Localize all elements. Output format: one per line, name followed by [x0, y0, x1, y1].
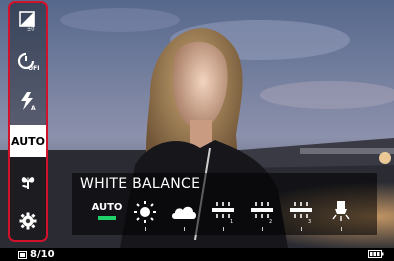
svg-text:1: 1 [230, 219, 233, 224]
shot-count: 8/10 [30, 249, 55, 260]
white-balance-menu-label: AUTO [11, 134, 45, 148]
fluorescent-1-icon: 1 [212, 202, 234, 224]
wb-tick [262, 227, 263, 231]
wb-option-fluorescent-1[interactable]: 1 [206, 197, 240, 231]
wb-option-fluorescent-3[interactable]: 3 [284, 197, 318, 231]
daylight-icon [134, 201, 156, 223]
white-balance-panel: WHITE BALANCE AUTO 1 2 3 [72, 173, 377, 235]
fluorescent-2-icon: 2 [251, 202, 273, 224]
wb-tick [184, 227, 185, 231]
flash-auto-icon[interactable]: A [12, 85, 44, 117]
self-timer-off-icon[interactable]: OFF [12, 45, 44, 77]
gear-icon[interactable] [12, 205, 44, 237]
battery-icon [368, 250, 384, 258]
memory-card-icon [18, 251, 27, 259]
status-bar: 8/10 [0, 248, 394, 261]
shooting-menu-sidebar: ±0 OFF A AUTO [8, 1, 48, 242]
fluorescent-3-icon: 3 [290, 202, 312, 224]
wb-tick [341, 227, 342, 231]
wb-tick [301, 227, 302, 231]
svg-text:±0: ±0 [27, 27, 34, 32]
svg-text:3: 3 [308, 219, 311, 224]
wb-tick [145, 227, 146, 231]
svg-text:2: 2 [269, 219, 272, 224]
wb-option-cloudy[interactable] [167, 197, 201, 231]
macro-flower-icon[interactable] [12, 165, 44, 197]
incandescent-icon [332, 201, 350, 221]
exposure-comp-icon[interactable]: ±0 [12, 5, 44, 37]
svg-text:A: A [31, 105, 36, 111]
wb-tick [223, 227, 224, 231]
white-balance-menu-item[interactable]: AUTO [10, 125, 46, 157]
wb-option-auto[interactable]: AUTO [90, 197, 124, 231]
wb-option-daylight[interactable] [128, 197, 162, 231]
wb-selected-indicator [98, 216, 116, 220]
wb-option-fluorescent-2[interactable]: 2 [245, 197, 279, 231]
wb-auto-label: AUTO [91, 202, 123, 213]
svg-text:OFF: OFF [28, 65, 39, 71]
cloudy-icon [172, 206, 196, 219]
white-balance-title: WHITE BALANCE [80, 176, 201, 192]
wb-option-incandescent[interactable] [324, 197, 358, 231]
camera-screen: ±0 OFF A AUTO [0, 0, 394, 261]
